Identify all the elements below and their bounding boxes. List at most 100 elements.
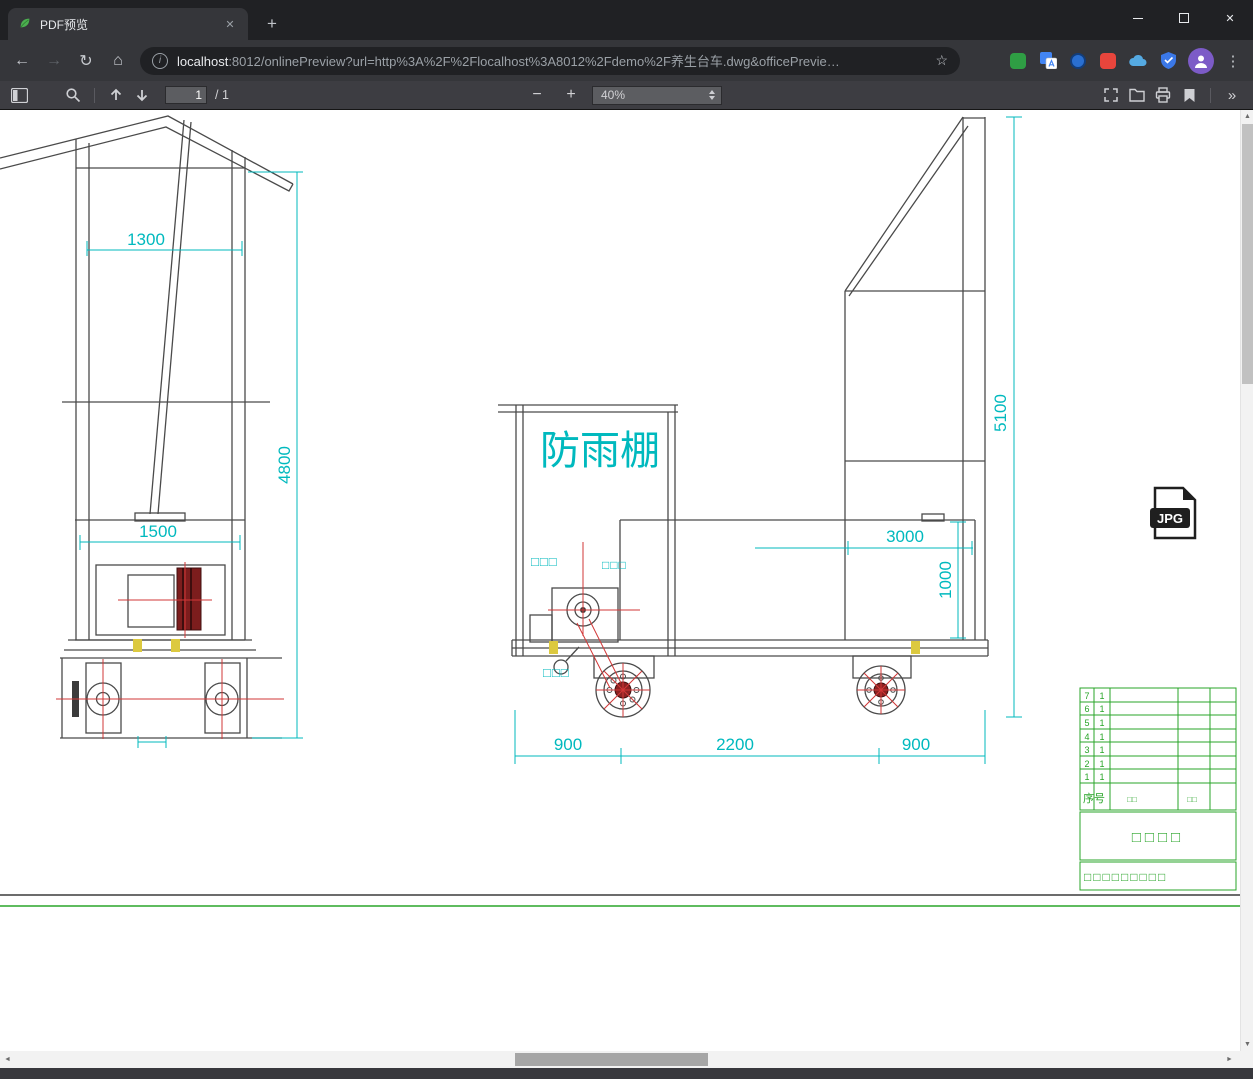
bom-row-number: 2 xyxy=(1084,759,1089,769)
back-icon[interactable]: ← xyxy=(6,45,38,77)
bom-row-number: 3 xyxy=(1084,745,1089,755)
bom-row-number: 4 xyxy=(1084,732,1089,742)
bookmark-icon[interactable] xyxy=(1176,83,1202,107)
bom-row-qty: 1 xyxy=(1099,718,1104,728)
bom-row-number: 1 xyxy=(1084,772,1089,782)
page-total-label: / 1 xyxy=(215,88,229,102)
extension-area: ⋮ xyxy=(1003,46,1247,76)
bom-row-number: 6 xyxy=(1084,704,1089,714)
extension-red-glyph xyxy=(1100,52,1116,69)
site-info-icon[interactable]: i xyxy=(152,52,168,69)
pdf-toolbar-center: − + 40% xyxy=(524,81,722,109)
pdf-page: 1300 1500 4800 防雨棚 3000 1000 900 2200 90… xyxy=(0,110,1240,1051)
extension-icon-green[interactable] xyxy=(1003,46,1033,76)
dim-label-5100: 5100 xyxy=(991,394,1010,432)
close-button[interactable]: ✕ xyxy=(1207,0,1253,36)
scroll-down-icon[interactable]: ▼ xyxy=(1241,1038,1253,1051)
pdf-toolbar-left: / 1 xyxy=(6,81,229,109)
bom-row-qty: 1 xyxy=(1099,691,1104,701)
dim-label-900-right: 900 xyxy=(902,735,930,754)
scroll-up-icon[interactable]: ▲ xyxy=(1241,110,1253,123)
toolbar-divider xyxy=(94,87,95,103)
dim-label-3000: 3000 xyxy=(886,527,924,546)
bom-row-qty: 1 xyxy=(1099,745,1104,755)
new-tab-button[interactable]: + xyxy=(260,12,284,36)
tab-title: PDF预览 xyxy=(40,17,89,32)
dim-label-1000: 1000 xyxy=(936,561,955,599)
title-block-footer: □□□□□□□□□ xyxy=(1084,870,1167,884)
more-tools-button[interactable]: » xyxy=(1219,83,1245,107)
bom-header-small-1: □□ xyxy=(1127,795,1137,804)
browser-tab[interactable]: PDF预览 ✕ xyxy=(8,8,248,40)
scroll-right-icon[interactable]: ► xyxy=(1222,1051,1237,1068)
forward-icon[interactable]: → xyxy=(38,45,70,77)
bom-row-number: 7 xyxy=(1084,691,1089,701)
page-down-icon[interactable] xyxy=(129,83,155,107)
browser-menu-icon[interactable]: ⋮ xyxy=(1219,46,1247,76)
jpg-badge-label: JPG xyxy=(1157,511,1183,526)
browser-titlebar: PDF预览 ✕ + ✕ xyxy=(0,0,1253,40)
horizontal-scroll-thumb[interactable] xyxy=(515,1053,708,1066)
dim-label-1300: 1300 xyxy=(127,230,165,249)
extension-icon-shield[interactable] xyxy=(1153,46,1183,76)
toolbar-divider xyxy=(1210,87,1211,103)
address-bar[interactable]: i localhost:8012/onlinePreview?url=http%… xyxy=(140,46,960,75)
browser-navbar: ← → ↻ ⌂ i localhost:8012/onlinePreview?u… xyxy=(0,40,1253,81)
extension-icon-red[interactable] xyxy=(1093,46,1123,76)
small-annotation-1: □□□ xyxy=(531,554,558,569)
viewer-background-strip xyxy=(0,1068,1253,1079)
url-text[interactable]: localhost:8012/onlinePreview?url=http%3A… xyxy=(177,51,929,70)
sidebar-toggle-icon[interactable] xyxy=(6,83,32,107)
bom-row-qty: 1 xyxy=(1099,759,1104,769)
home-icon[interactable]: ⌂ xyxy=(102,45,134,77)
zoom-in-button[interactable]: + xyxy=(558,83,584,107)
dim-label-4800: 4800 xyxy=(275,446,294,484)
vertical-scroll-thumb[interactable] xyxy=(1242,124,1253,384)
window-controls: ✕ xyxy=(1115,0,1253,40)
extension-green-glyph xyxy=(1010,52,1026,69)
print-icon[interactable] xyxy=(1150,83,1176,107)
minimize-icon xyxy=(1133,17,1143,19)
maximize-button[interactable] xyxy=(1161,0,1207,36)
zoom-select[interactable]: 40% xyxy=(592,85,722,105)
bom-row-qty: 1 xyxy=(1099,704,1104,714)
pdf-toolbar: / 1 − + 40% » xyxy=(0,81,1253,110)
tab-favicon-leaf-icon xyxy=(18,16,32,33)
scroll-left-icon[interactable]: ◄ xyxy=(0,1051,15,1068)
dim-label-2200: 2200 xyxy=(716,735,754,754)
cad-drawing: 1300 1500 4800 防雨棚 3000 1000 900 2200 90… xyxy=(0,115,1240,907)
shelter-label: 防雨棚 xyxy=(540,429,660,473)
presentation-mode-icon[interactable] xyxy=(1098,83,1124,107)
extension-icon-blue-circle[interactable] xyxy=(1063,46,1093,76)
small-annotation-3: □□□ xyxy=(543,665,570,680)
extension-icon-translate[interactable] xyxy=(1033,46,1063,76)
search-icon[interactable] xyxy=(60,83,86,107)
zoom-out-button[interactable]: − xyxy=(524,83,550,107)
vertical-scrollbar[interactable]: ▲ ▼ xyxy=(1240,110,1253,1051)
zoom-caret-icon xyxy=(709,90,715,100)
bookmark-star-icon[interactable]: ☆ xyxy=(935,52,948,69)
profile-avatar[interactable] xyxy=(1188,47,1214,74)
bom-header-small-2: □□ xyxy=(1187,795,1197,804)
open-file-icon[interactable] xyxy=(1124,83,1150,107)
page-number-input[interactable] xyxy=(165,86,207,104)
title-block-title: □□□□ xyxy=(1132,829,1184,846)
zoom-level-value: 40% xyxy=(601,88,626,102)
url-host: localhost xyxy=(177,54,229,69)
minimize-button[interactable] xyxy=(1115,0,1161,36)
dim-label-900-left: 900 xyxy=(554,735,582,754)
extension-icon-cloud[interactable] xyxy=(1123,46,1153,76)
small-annotation-2: □□□ xyxy=(602,558,627,572)
maximize-icon xyxy=(1179,13,1189,23)
page-up-icon[interactable] xyxy=(103,83,129,107)
bom-row-qty: 1 xyxy=(1099,732,1104,742)
reload-icon[interactable]: ↻ xyxy=(70,45,102,77)
bom-row-qty: 1 xyxy=(1099,772,1104,782)
bom-row-number: 5 xyxy=(1084,718,1089,728)
bom-header-no: 序号 xyxy=(1083,791,1105,805)
dim-label-1500: 1500 xyxy=(139,522,177,541)
horizontal-scrollbar[interactable]: ◄ ► xyxy=(0,1051,1253,1068)
jpg-file-icon: JPG xyxy=(1150,486,1197,540)
tab-close-icon[interactable]: ✕ xyxy=(222,16,238,32)
pdf-toolbar-right: » xyxy=(1098,81,1245,109)
